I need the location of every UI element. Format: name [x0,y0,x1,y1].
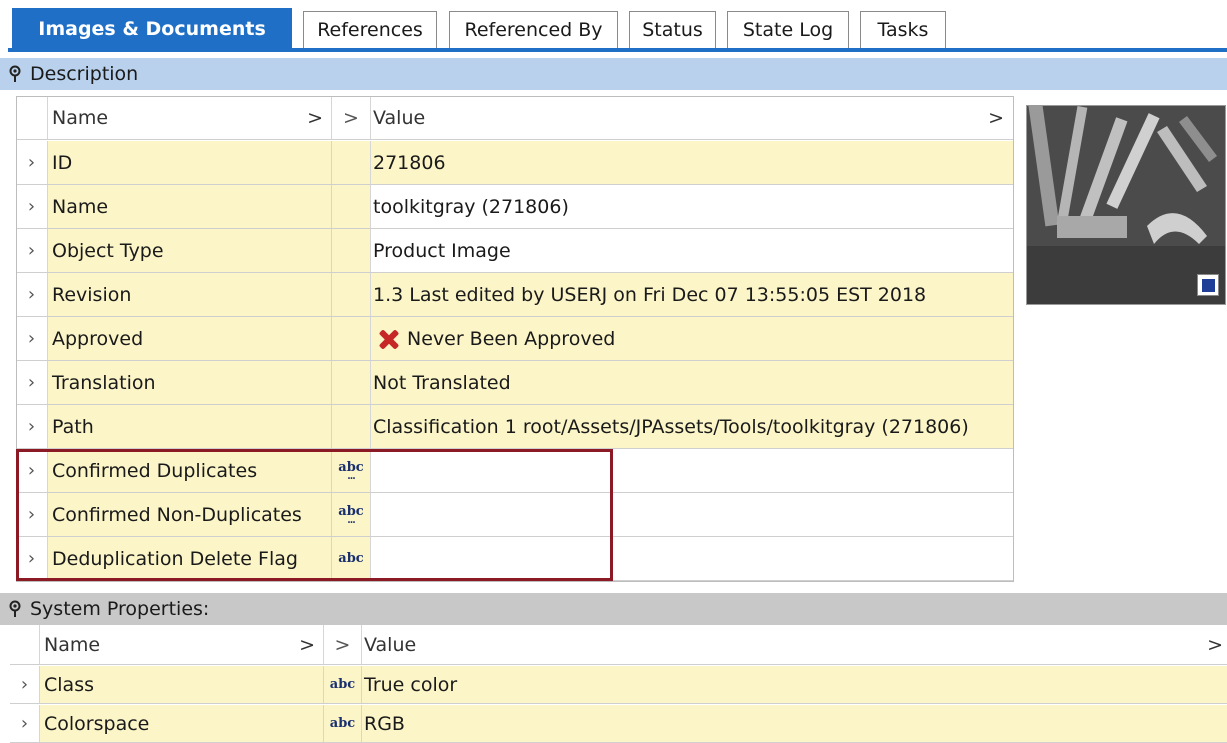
row-name: Confirmed Non-Duplicates [48,493,332,536]
row-value[interactable] [371,493,1014,536]
column-header-value[interactable]: Value > [362,625,1227,664]
row-name: Deduplication Delete Flag [48,537,332,580]
approval-status: Never Been Approved [407,327,616,350]
row-name: Object Type [48,229,332,272]
chevron-right-icon[interactable]: › [16,405,48,448]
column-header-value[interactable]: Value > [371,96,1014,139]
row-value[interactable]: 271806 [371,141,1014,184]
table-row[interactable]: › Deduplication Delete Flag abc [16,537,1014,581]
abc-icon: abc [324,705,362,742]
table-row[interactable]: › Revision 1.3 Last edited by USERJ on F… [16,273,1014,317]
table-row[interactable]: › Name toolkitgray (271806) [16,185,1014,229]
tab-referenced-by[interactable]: Referenced By [449,11,618,48]
row-name: Approved [48,317,332,360]
row-value[interactable]: toolkitgray (271806) [371,185,1014,228]
row-value[interactable] [371,449,1014,492]
chevron-right-icon[interactable]: › [16,273,48,316]
chevron-right-icon: > [988,106,1004,129]
row-name: Confirmed Duplicates [48,449,332,492]
row-type-cell [332,185,371,228]
row-value[interactable]: RGB [362,705,1227,742]
row-type-cell [332,229,371,272]
chevron-right-icon: > [299,633,315,656]
pin-icon[interactable] [0,65,30,83]
chevron-right-icon[interactable]: › [16,141,48,184]
row-value[interactable]: Classification 1 root/Assets/JPAssets/To… [371,405,1014,448]
description-section-title: Description [30,63,139,85]
abc-icon: abc [324,666,362,703]
chevron-right-icon: > [307,106,323,129]
system-properties-section-header[interactable]: System Properties: [0,593,1227,625]
abc-multi-icon: abc... [332,493,371,536]
system-properties-title: System Properties: [30,598,210,620]
chevron-right-icon[interactable]: › [16,493,48,536]
table-row[interactable]: › Confirmed Duplicates abc... [16,449,1014,493]
table-row[interactable]: › Confirmed Non-Duplicates abc... [16,493,1014,537]
row-name: Class [40,666,324,703]
tab-references[interactable]: References [303,11,437,48]
row-name: Revision [48,273,332,316]
abc-icon: abc [332,537,371,580]
tab-bar-underline [8,48,1227,52]
chevron-right-icon[interactable]: › [16,361,48,404]
row-type-cell [332,273,371,316]
column-header-name[interactable]: Name > [48,96,332,139]
grid-header-row: Name > > Value > [16,96,1014,140]
grid-header-row: Name > > Value > [10,625,1227,665]
table-row[interactable]: › Object Type Product Image [16,229,1014,273]
tab-tasks[interactable]: Tasks [860,11,946,48]
row-value[interactable]: 1.3 Last edited by USERJ on Fri Dec 07 1… [371,273,1014,316]
row-name: ID [48,141,332,184]
tab-status[interactable]: Status [629,11,716,48]
chevron-right-icon[interactable]: › [10,705,40,742]
row-name: Path [48,405,332,448]
row-name: Colorspace [40,705,324,742]
tools-thumbnail-image[interactable] [1026,105,1226,305]
row-type-cell [332,405,371,448]
chevron-right-icon[interactable]: › [16,229,48,272]
row-value[interactable] [371,537,1014,580]
row-value[interactable]: Never Been Approved [371,317,1014,360]
chevron-right-icon[interactable]: › [16,185,48,228]
row-value[interactable]: Product Image [371,229,1014,272]
row-value[interactable]: Not Translated [371,361,1014,404]
chevron-right-icon: > [343,106,359,129]
chevron-right-icon: > [334,633,351,656]
chevron-right-icon[interactable]: › [16,317,48,360]
description-section-header[interactable]: Description [0,58,1227,90]
table-row[interactable]: › Approved Never Been Approved [16,317,1014,361]
abc-multi-icon: abc... [332,449,371,492]
tab-bar: Images & Documents References Referenced… [0,0,1227,52]
row-type-cell [332,141,371,184]
red-x-icon [377,328,399,350]
column-header-type[interactable]: > [324,625,362,664]
row-expander [16,96,48,139]
row-expander [10,625,40,664]
row-type-cell [332,317,371,360]
row-name: Name [48,185,332,228]
row-name: Translation [48,361,332,404]
row-value[interactable]: True color [362,666,1227,703]
row-type-cell [332,361,371,404]
column-header-type[interactable]: > [332,96,371,139]
table-row[interactable]: › ID 271806 [16,141,1014,185]
chevron-right-icon: > [1207,633,1223,656]
chevron-right-icon[interactable]: › [16,537,48,580]
table-row[interactable]: › Class abc True color [10,666,1227,704]
chevron-right-icon[interactable]: › [16,449,48,492]
image-badge-icon [1197,274,1219,296]
tab-images-documents[interactable]: Images & Documents [12,8,292,50]
tab-state-log[interactable]: State Log [727,11,849,48]
table-row[interactable]: › Colorspace abc RGB [10,705,1227,743]
pin-icon[interactable] [0,600,30,618]
table-row[interactable]: › Translation Not Translated [16,361,1014,405]
table-row[interactable]: › Path Classification 1 root/Assets/JPAs… [16,405,1014,449]
column-header-name[interactable]: Name > [40,625,324,664]
chevron-right-icon[interactable]: › [10,666,40,703]
